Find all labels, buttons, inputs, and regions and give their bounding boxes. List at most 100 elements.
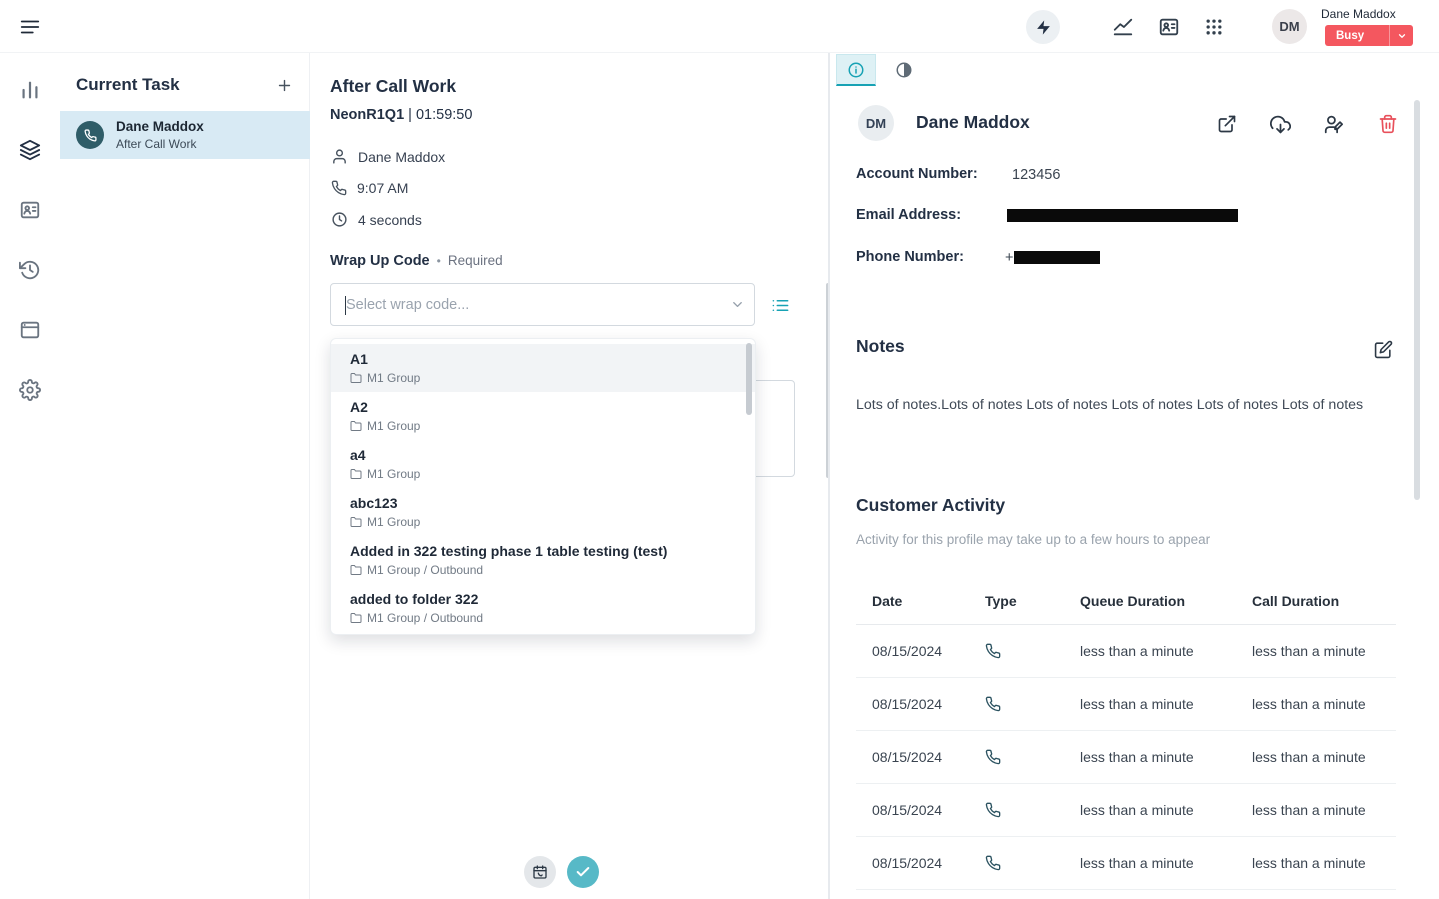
current-task-title: Current Task bbox=[76, 75, 180, 95]
customer-activity-subtitle: Activity for this profile may take up to… bbox=[856, 532, 1210, 547]
activity-date: 08/15/2024 bbox=[856, 802, 985, 818]
wrap-option[interactable]: added to folder 322 M1 Group / Outbound bbox=[331, 584, 755, 632]
contact-name: Dane Maddox bbox=[358, 149, 445, 165]
nav-history[interactable] bbox=[10, 250, 50, 290]
chevron-down-icon[interactable] bbox=[720, 284, 754, 325]
status-dropdown[interactable]: Busy bbox=[1325, 25, 1413, 46]
page-title: After Call Work bbox=[330, 76, 456, 97]
edit-notes-button[interactable] bbox=[1371, 337, 1395, 361]
folder-icon bbox=[350, 564, 362, 576]
activity-date: 08/15/2024 bbox=[856, 749, 985, 765]
dialpad-icon bbox=[1204, 17, 1224, 37]
info-icon bbox=[847, 61, 865, 79]
contacts-button[interactable] bbox=[1157, 15, 1181, 39]
phone-icon bbox=[331, 180, 347, 196]
topbar: DM Dane Maddox Busy bbox=[0, 0, 1439, 53]
contact-name-row: Dane Maddox bbox=[331, 148, 445, 165]
trash-icon bbox=[1378, 114, 1398, 134]
phone-icon bbox=[84, 129, 97, 142]
redacted-phone bbox=[1014, 251, 1100, 264]
delete-profile-button[interactable] bbox=[1376, 112, 1400, 136]
phone-prefix: + bbox=[1005, 250, 1013, 266]
nav-dashboard[interactable] bbox=[10, 70, 50, 110]
gear-icon bbox=[19, 379, 41, 401]
add-task-button[interactable] bbox=[268, 69, 300, 101]
nav-tasks[interactable] bbox=[10, 130, 50, 170]
notes-text: Lots of notes.Lots of notes Lots of note… bbox=[856, 396, 1404, 415]
nav-contacts[interactable] bbox=[10, 190, 50, 230]
activity-date: 08/15/2024 bbox=[856, 696, 985, 712]
browse-wrap-codes-button[interactable] bbox=[763, 289, 797, 321]
wrap-up-label-row: Wrap Up Code • Required bbox=[330, 253, 503, 269]
download-profile-button[interactable] bbox=[1268, 112, 1292, 136]
call-duration: less than a minute bbox=[1252, 802, 1396, 818]
quick-actions-button[interactable] bbox=[1026, 10, 1060, 44]
dialpad-button[interactable] bbox=[1202, 15, 1226, 39]
after-call-work-panel: After Call Work NeonR1Q1 | 01:59:50 Dane… bbox=[311, 53, 828, 899]
wrap-option[interactable]: A2 M1 Group bbox=[331, 392, 755, 440]
task-avatar bbox=[76, 121, 104, 149]
activity-date: 08/15/2024 bbox=[856, 643, 985, 659]
external-link-icon bbox=[1217, 114, 1237, 134]
redacted-email bbox=[1007, 209, 1238, 222]
dropdown-scrollbar[interactable] bbox=[746, 343, 752, 415]
schedule-callback-icon bbox=[532, 864, 548, 880]
schedule-callback-button[interactable] bbox=[524, 856, 556, 888]
table-row[interactable]: 08/15/2024 less than a minute less than … bbox=[856, 731, 1396, 784]
menu-toggle-button[interactable] bbox=[16, 13, 44, 41]
wrap-option[interactable]: Added in 322 testing phase 1 table testi… bbox=[331, 536, 755, 584]
duration-row: 4 seconds bbox=[331, 211, 422, 228]
wrap-code-select[interactable] bbox=[330, 283, 755, 326]
chevron-down-icon bbox=[1389, 25, 1413, 46]
tab-profile-info[interactable] bbox=[836, 54, 876, 86]
folder-icon bbox=[350, 372, 362, 384]
wrap-option-group: M1 Group bbox=[350, 419, 736, 433]
right-panel-scrollbar[interactable] bbox=[1414, 100, 1420, 500]
wrap-option[interactable]: abc123 M1 Group bbox=[331, 488, 755, 536]
activity-type bbox=[985, 643, 1080, 659]
phone-icon bbox=[985, 749, 1001, 765]
required-bullet: • bbox=[437, 254, 441, 268]
activity-type bbox=[985, 696, 1080, 712]
complete-task-button[interactable] bbox=[567, 856, 599, 888]
wrap-option-group-label: M1 Group bbox=[367, 467, 420, 481]
wrap-option-label: A2 bbox=[350, 398, 736, 417]
user-edit-icon bbox=[1324, 114, 1345, 135]
tab-compare[interactable] bbox=[884, 54, 924, 86]
wrap-option-label: added to folder 322 bbox=[350, 590, 736, 609]
call-duration: less than a minute bbox=[1252, 696, 1396, 712]
column-call-duration: Call Duration bbox=[1252, 593, 1396, 609]
nav-settings[interactable] bbox=[10, 370, 50, 410]
contact-book-icon bbox=[19, 199, 41, 221]
profile-panel: DM Dane Maddox Account Number: 123456 Em… bbox=[830, 53, 1439, 899]
edit-profile-button[interactable] bbox=[1322, 112, 1346, 136]
wrap-option[interactable]: a4 M1 Group bbox=[331, 440, 755, 488]
wrap-option[interactable]: A1 M1 Group bbox=[331, 344, 755, 392]
open-profile-button[interactable] bbox=[1215, 112, 1239, 136]
table-row[interactable]: 08/15/2024 less than a minute less than … bbox=[856, 625, 1396, 678]
line-chart-icon bbox=[1112, 16, 1134, 38]
wrap-option-group: M1 Group bbox=[350, 515, 736, 529]
email-label: Email Address: bbox=[856, 207, 961, 223]
call-duration-value: 4 seconds bbox=[358, 212, 422, 228]
table-row[interactable]: 08/15/2024 less than a minute less than … bbox=[856, 837, 1396, 890]
notes-title: Notes bbox=[856, 336, 905, 357]
email-row: Email Address: bbox=[856, 207, 1416, 225]
wrap-code-input[interactable] bbox=[331, 297, 720, 313]
task-actions bbox=[311, 856, 828, 896]
required-label: Required bbox=[448, 253, 503, 268]
wrap-option-label: Added in 322 testing phase 1 table testi… bbox=[350, 542, 736, 561]
session-separator: | bbox=[408, 107, 412, 123]
wrap-option-group-label: M1 Group bbox=[367, 419, 420, 433]
account-number-value: 123456 bbox=[1012, 167, 1060, 183]
task-list-item[interactable]: Dane Maddox After Call Work bbox=[60, 111, 310, 159]
analytics-button[interactable] bbox=[1111, 15, 1135, 39]
table-row[interactable]: 08/15/2024 less than a minute less than … bbox=[856, 784, 1396, 837]
left-rail bbox=[0, 53, 60, 899]
queue-duration: less than a minute bbox=[1080, 643, 1252, 659]
activity-type bbox=[985, 855, 1080, 871]
user-avatar[interactable]: DM bbox=[1272, 9, 1307, 44]
nav-browser[interactable] bbox=[10, 310, 50, 350]
table-row[interactable]: 08/15/2024 less than a minute less than … bbox=[856, 678, 1396, 731]
wrap-option-group-label: M1 Group / Outbound bbox=[367, 611, 483, 625]
